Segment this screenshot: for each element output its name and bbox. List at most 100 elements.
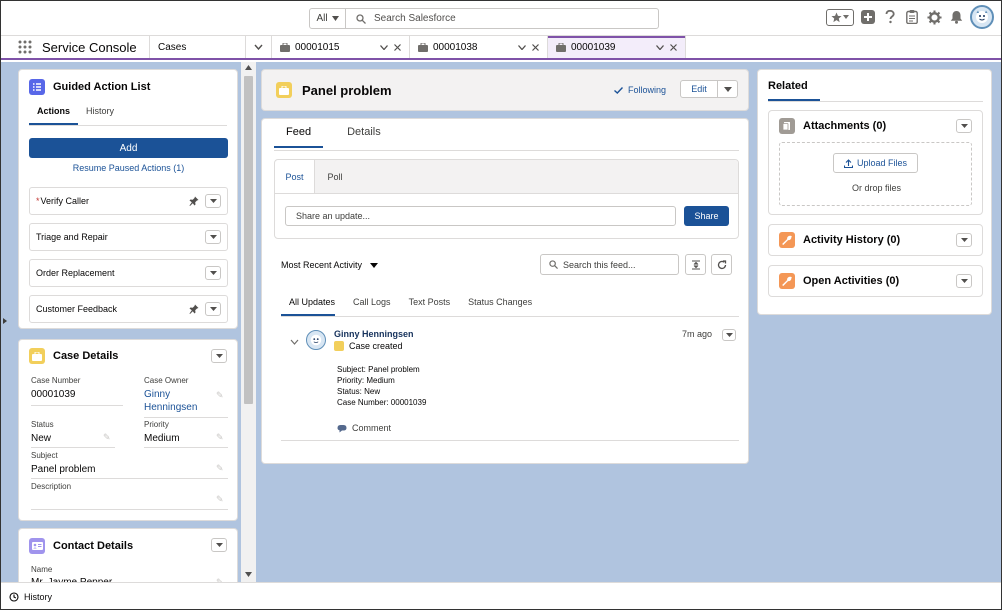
- chevron-down-icon[interactable]: [656, 44, 664, 50]
- case-owner-link-lastname[interactable]: Henningsen: [144, 402, 197, 413]
- open-activities-title[interactable]: Open Activities (0): [803, 275, 899, 287]
- history-utility-button[interactable]: History: [9, 592, 52, 602]
- tab-history[interactable]: History: [78, 106, 122, 125]
- post-menu-button[interactable]: [722, 329, 736, 341]
- chevron-down-icon[interactable]: [290, 339, 299, 345]
- edit-pencil-icon[interactable]: ✎: [216, 432, 224, 443]
- action-item-customer-feedback[interactable]: Customer Feedback: [29, 295, 228, 323]
- navigation-menu-button[interactable]: [246, 36, 272, 58]
- app-launcher[interactable]: Service Console: [0, 36, 150, 58]
- collapse-feed-button[interactable]: [685, 254, 706, 275]
- notifications-bell-icon[interactable]: [948, 9, 964, 25]
- author-avatar[interactable]: [306, 330, 326, 350]
- share-button[interactable]: Share: [684, 206, 729, 226]
- help-icon[interactable]: [882, 9, 898, 25]
- close-icon[interactable]: [394, 43, 401, 51]
- contact-details-menu-button[interactable]: [211, 538, 227, 552]
- edit-pencil-icon[interactable]: ✎: [216, 390, 224, 401]
- scroll-up-icon[interactable]: [245, 65, 252, 70]
- tab-text-posts[interactable]: Text Posts: [409, 297, 451, 316]
- edit-pencil-icon[interactable]: ✎: [216, 463, 224, 474]
- pin-icon: [189, 196, 199, 206]
- add-button[interactable]: Add: [29, 138, 228, 158]
- following-button[interactable]: Following: [614, 85, 666, 95]
- case-details-title: Case Details: [53, 350, 119, 362]
- feed-search-input[interactable]: [563, 259, 673, 270]
- scroll-thumb[interactable]: [244, 76, 253, 404]
- upload-icon: [843, 158, 853, 168]
- action-item-triage-and-repair[interactable]: Triage and Repair: [29, 223, 228, 251]
- record-actions-menu-button[interactable]: [717, 80, 738, 98]
- tab-case-00001015[interactable]: 00001015: [272, 36, 410, 58]
- tab-details[interactable]: Details: [335, 126, 393, 148]
- open-activities-menu-button[interactable]: [956, 274, 972, 288]
- comment-button[interactable]: Comment: [337, 423, 391, 433]
- setup-gear-icon[interactable]: [926, 9, 942, 25]
- resume-paused-actions-link[interactable]: Resume Paused Actions (1): [29, 163, 228, 173]
- expand-panel-icon[interactable]: [3, 318, 7, 324]
- refresh-feed-button[interactable]: [711, 254, 732, 275]
- edit-pencil-icon[interactable]: ✎: [216, 494, 224, 505]
- activity-history-menu-button[interactable]: [956, 233, 972, 247]
- action-menu-button[interactable]: [205, 302, 221, 316]
- chevron-down-icon: [209, 199, 217, 203]
- related-panel: Related Attachments (0) Upload Files Or …: [757, 69, 992, 315]
- divider: [144, 447, 228, 448]
- tab-case-00001038[interactable]: 00001038: [410, 36, 548, 58]
- tab-post[interactable]: Post: [275, 160, 315, 193]
- record-title-row: Panel problem: [276, 82, 392, 98]
- clipboard-icon[interactable]: [904, 9, 920, 25]
- search-scope-select[interactable]: All: [310, 9, 346, 28]
- attachments-title[interactable]: Attachments (0): [803, 120, 886, 132]
- tab-case-00001039[interactable]: 00001039: [548, 36, 686, 58]
- tab-actions[interactable]: Actions: [29, 106, 79, 125]
- search-input[interactable]: [374, 13, 624, 24]
- tab-status-changes[interactable]: Status Changes: [468, 297, 532, 316]
- edit-button[interactable]: Edit: [680, 80, 718, 98]
- attachments-menu-button[interactable]: [956, 119, 972, 133]
- chevron-down-icon[interactable]: [518, 44, 526, 50]
- action-menu-button[interactable]: [205, 194, 221, 208]
- chevron-down-icon: [209, 235, 217, 239]
- case-owner-label: Case Owner: [144, 376, 189, 385]
- user-avatar[interactable]: [970, 5, 994, 29]
- upload-label: Upload Files: [856, 158, 908, 168]
- tab-all-updates[interactable]: All Updates: [281, 297, 336, 316]
- case-number-label: Case Number: [31, 376, 81, 385]
- action-item-verify-caller[interactable]: * Verify Caller: [29, 187, 228, 215]
- favorites-button[interactable]: [826, 8, 854, 26]
- action-menu-button[interactable]: [205, 266, 221, 280]
- close-icon[interactable]: [532, 43, 539, 51]
- tab-label: 00001015: [295, 41, 340, 53]
- record-highlights: Panel problem Following Edit: [261, 69, 749, 111]
- post-timestamp: 7m ago: [682, 329, 713, 339]
- share-update-input[interactable]: [285, 206, 676, 226]
- file-drop-zone[interactable]: Upload Files Or drop files: [779, 142, 972, 206]
- author-link[interactable]: Ginny Henningsen: [334, 329, 414, 339]
- tab-cases[interactable]: Cases: [150, 36, 246, 58]
- global-actions-icon[interactable]: [860, 9, 876, 25]
- status-label: Status: [31, 420, 54, 429]
- tab-call-logs[interactable]: Call Logs: [353, 297, 391, 316]
- upload-files-button[interactable]: Upload Files: [833, 153, 918, 173]
- case-details-menu-button[interactable]: [211, 349, 227, 363]
- close-icon[interactable]: [670, 43, 677, 51]
- tab-cases-label: Cases: [158, 41, 187, 53]
- tab-feed[interactable]: Feed: [274, 126, 324, 148]
- tab-poll[interactable]: Poll: [315, 160, 355, 193]
- chevron-down-icon[interactable]: [380, 44, 388, 50]
- guided-header: Guided Action List: [29, 79, 150, 95]
- activity-history-title[interactable]: Activity History (0): [803, 234, 900, 246]
- action-item-order-replacement[interactable]: Order Replacement: [29, 259, 228, 287]
- action-menu-button[interactable]: [205, 230, 221, 244]
- chevron-down-icon: [370, 262, 379, 268]
- case-icon: [334, 341, 344, 351]
- case-owner-link[interactable]: Ginny: [144, 389, 170, 400]
- sort-filter[interactable]: Most Recent Activity: [281, 260, 379, 270]
- clock-icon: [9, 591, 19, 602]
- left-panel-scrollbar[interactable]: [241, 62, 256, 582]
- tab-related[interactable]: Related: [768, 80, 820, 101]
- scroll-down-icon[interactable]: [245, 572, 252, 577]
- edit-pencil-icon[interactable]: ✎: [103, 432, 111, 443]
- attachment-file-icon: [779, 118, 795, 134]
